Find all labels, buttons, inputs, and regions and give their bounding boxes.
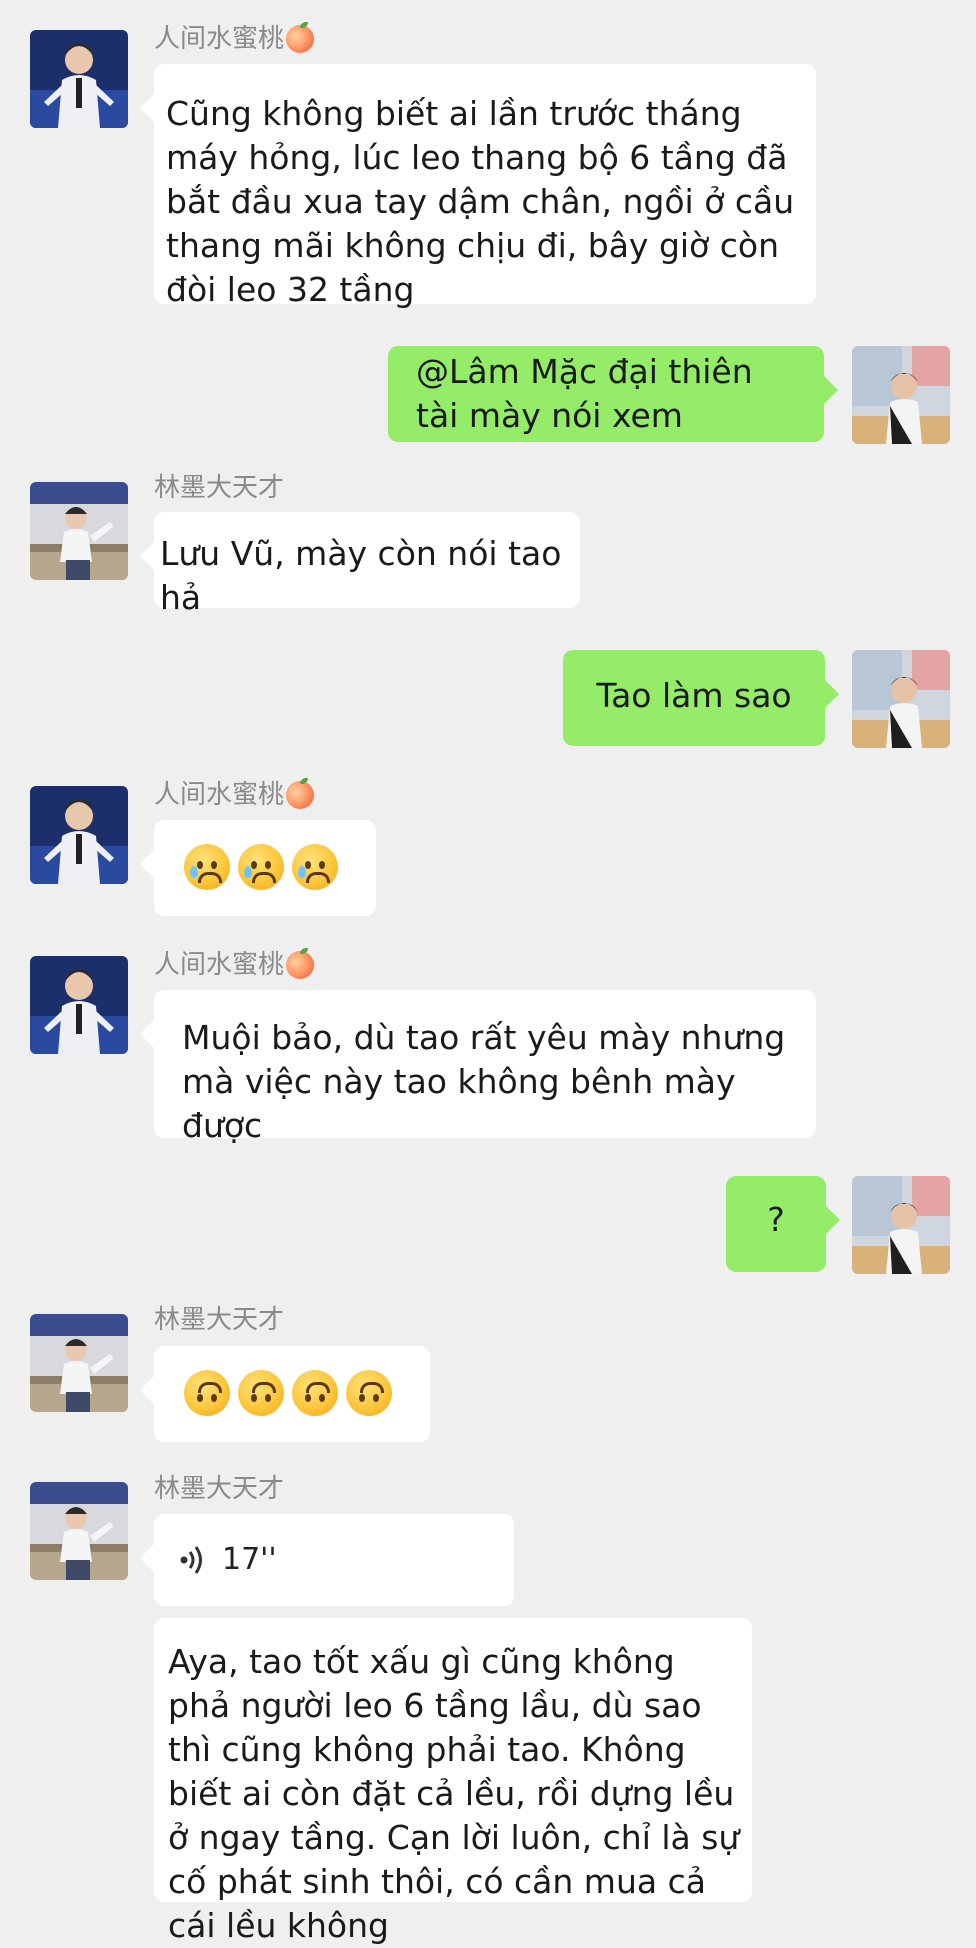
message-bubble[interactable]: Cũng không biết ai lần trước tháng máy h… bbox=[140, 64, 816, 309]
message-text: Aya, tao tốt xấu gì cũng không phả người… bbox=[168, 1642, 740, 1945]
avatar-genius[interactable] bbox=[30, 1482, 128, 1580]
voice-wave-icon bbox=[180, 1546, 202, 1574]
sender-name: 人间水蜜桃 bbox=[154, 22, 315, 56]
chat-window: 人间水蜜桃 Cũng không biết ai lần trước tháng… bbox=[0, 0, 976, 1945]
avatar-peach[interactable] bbox=[30, 956, 128, 1054]
sender-name: 林墨大天才 bbox=[154, 1474, 285, 1504]
avatar-genius[interactable] bbox=[30, 482, 128, 580]
sender-name: 人间水蜜桃 bbox=[154, 778, 315, 812]
message-bubble-outgoing[interactable]: ? bbox=[726, 1176, 840, 1272]
voice-duration: 17'' bbox=[222, 1542, 277, 1577]
voice-message-bubble[interactable]: 17'' bbox=[140, 1514, 514, 1606]
upside-down-face-emoji-icon bbox=[346, 1370, 392, 1416]
message-bubble[interactable]: Muội bảo, dù tao rất yêu mày nhưng mà vi… bbox=[140, 990, 816, 1145]
message-text: Cũng không biết ai lần trước tháng máy h… bbox=[166, 94, 795, 309]
message-bubble[interactable] bbox=[140, 820, 376, 916]
message-text: Muội bảo, dù tao rất yêu mày nhưng mà vi… bbox=[182, 1018, 786, 1145]
message-bubble[interactable]: Aya, tao tốt xấu gì cũng không phả người… bbox=[154, 1618, 752, 1945]
sender-name: 林墨大天才 bbox=[154, 1305, 285, 1335]
avatar-self[interactable] bbox=[852, 346, 950, 444]
avatar-peach[interactable] bbox=[30, 30, 128, 128]
avatar-self[interactable] bbox=[852, 1176, 950, 1274]
peach-emoji-icon bbox=[286, 948, 315, 979]
message-text: Tao làm sao bbox=[596, 676, 792, 715]
message-bubble[interactable]: Lưu Vũ, mày còn nói tao hả bbox=[140, 512, 580, 617]
avatar-peach[interactable] bbox=[30, 786, 128, 884]
message-bubble[interactable] bbox=[140, 1346, 430, 1442]
peach-emoji-icon bbox=[286, 22, 315, 53]
upside-down-face-emoji-icon bbox=[292, 1370, 338, 1416]
sender-name: 人间水蜜桃 bbox=[154, 948, 315, 982]
peach-emoji-icon bbox=[286, 778, 315, 809]
message-text: Lưu Vũ, mày còn nói tao hả bbox=[160, 534, 562, 617]
voice-message: 17'' bbox=[180, 1514, 514, 1606]
avatar-self[interactable] bbox=[852, 650, 950, 748]
message-bubble-outgoing[interactable]: Tao làm sao bbox=[563, 650, 839, 746]
avatar-genius[interactable] bbox=[30, 1314, 128, 1412]
message-bubble-outgoing[interactable]: @Lâm Mặc đại thiên tài mày nói xem bbox=[388, 346, 838, 442]
sad-sweat-emoji-icon bbox=[238, 844, 284, 890]
emoji-row bbox=[184, 1370, 430, 1416]
sender-name: 林墨大天才 bbox=[154, 473, 285, 503]
sad-sweat-emoji-icon bbox=[184, 844, 230, 890]
message-text: @Lâm Mặc đại thiên tài mày nói xem bbox=[416, 352, 753, 435]
emoji-row bbox=[184, 844, 376, 890]
sad-sweat-emoji-icon bbox=[292, 844, 338, 890]
upside-down-face-emoji-icon bbox=[184, 1370, 230, 1416]
message-text: ? bbox=[767, 1200, 785, 1239]
upside-down-face-emoji-icon bbox=[238, 1370, 284, 1416]
